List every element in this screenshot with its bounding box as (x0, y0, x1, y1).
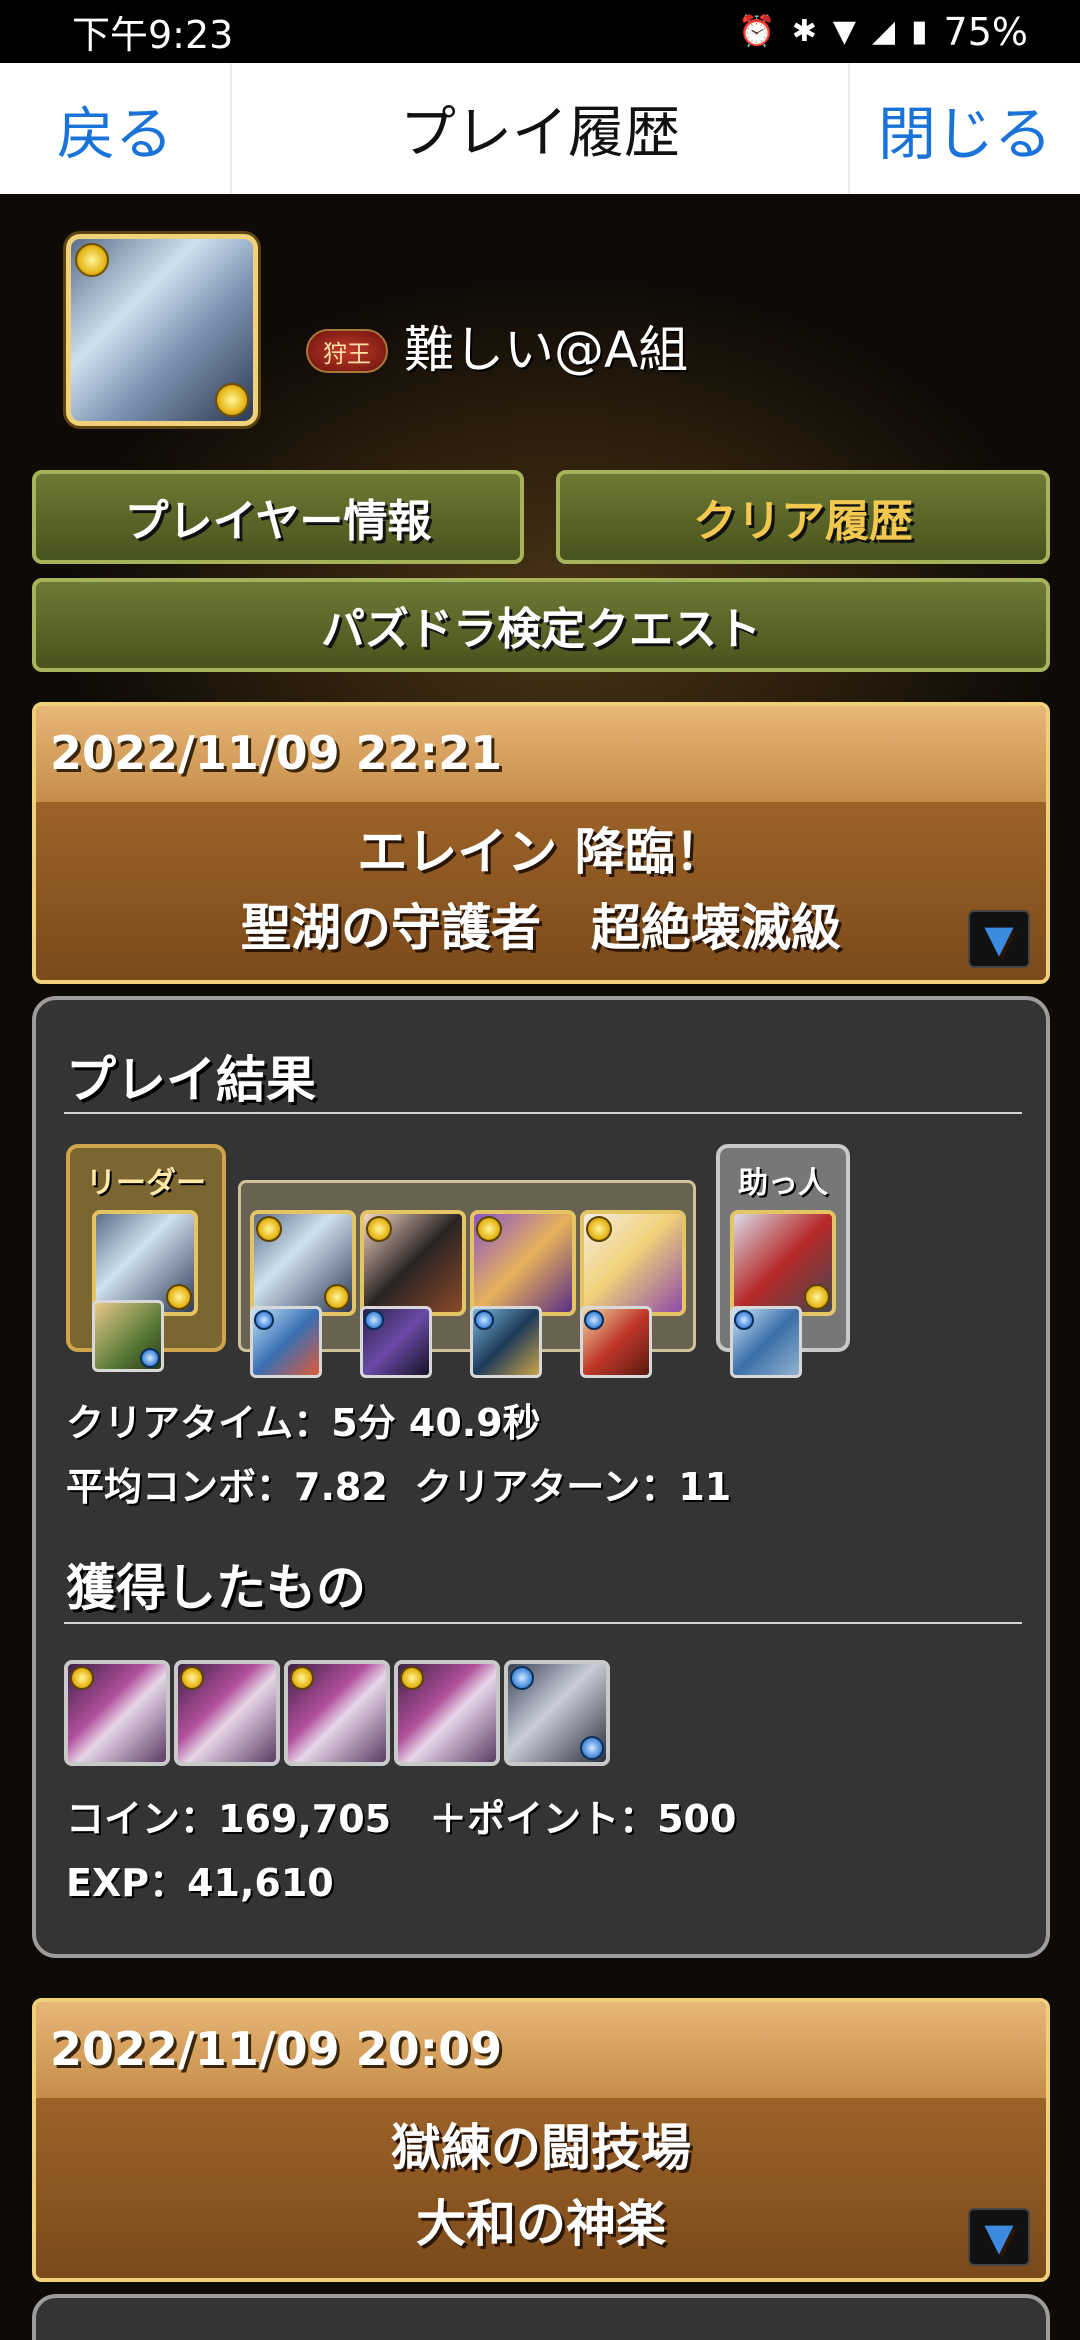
light-orb-icon (166, 1284, 192, 1310)
status-bar: 下午9:23 ⏰ ✱ ▼ ◢ ▮ 75% (0, 0, 1080, 63)
tab-exam-quest[interactable]: パズドラ検定クエスト (32, 578, 1050, 672)
triangle-down-icon: ▼ (984, 917, 1014, 961)
light-orb-icon (366, 1216, 392, 1242)
next-result-panel (32, 2294, 1050, 2340)
nav-bar: 戻る プレイ履歴 閉じる (0, 63, 1080, 194)
quest-datetime: 2022/11/09 20:09 (36, 2002, 1046, 2098)
team-monster[interactable] (580, 1210, 686, 1316)
divider (64, 1112, 1022, 1114)
clear-time: クリアタイム：5分 40.9秒 (66, 1401, 541, 1445)
reward-monster[interactable] (394, 1660, 500, 1766)
light-orb-icon (400, 1666, 424, 1690)
light-orb-icon (324, 1284, 350, 1310)
close-button[interactable]: 閉じる (848, 63, 1080, 194)
quest-title-area: 獄練の闘技場 大和の神楽 ▼ (36, 2098, 1046, 2278)
rank-badge: 狩王 (306, 329, 388, 373)
battery-percent: 75% (943, 9, 1028, 54)
rewards-title: 獲得したもの (66, 1559, 366, 1617)
light-orb-icon (804, 1284, 830, 1310)
status-time: 下午9:23 (72, 13, 234, 57)
light-orb-icon (586, 1216, 612, 1242)
light-orb-icon (215, 383, 249, 417)
play-history-content: 狩王 難しい@A組 プレイヤー情報 クリア履歴 パズドラ検定クエスト 2022/… (0, 194, 1080, 2340)
assist-monster[interactable] (580, 1306, 652, 1378)
reward-monster[interactable] (284, 1660, 390, 1766)
combo-and-turns: 平均コンボ：7.82 クリアターン：11 (66, 1465, 732, 1509)
expand-button[interactable]: ▼ (968, 2208, 1030, 2266)
play-result-title: プレイ結果 (66, 1051, 316, 1109)
light-orb-icon (584, 1310, 604, 1330)
quest-datetime: 2022/11/09 22:21 (36, 706, 1046, 802)
assist-monster[interactable] (250, 1306, 322, 1378)
quest-header[interactable]: 2022/11/09 20:09 獄練の闘技場 大和の神楽 ▼ (32, 1998, 1050, 2282)
water-orb-icon (474, 1310, 494, 1330)
light-orb-icon (476, 1216, 502, 1242)
triangle-down-icon: ▼ (984, 2215, 1014, 2259)
signal-icon: ◢ (871, 14, 896, 49)
leader-assist[interactable] (92, 1300, 164, 1372)
light-orb-icon (256, 1216, 282, 1242)
expand-button[interactable]: ▼ (968, 910, 1030, 968)
team-monster[interactable] (470, 1210, 576, 1316)
quest-header[interactable]: 2022/11/09 22:21 エレイン 降臨！ 聖湖の守護者 超絶壊滅級 ▼ (32, 702, 1050, 984)
floor-name: 大和の神楽 (416, 2195, 666, 2253)
team-monster[interactable] (360, 1210, 466, 1316)
battery-icon: ▮ (911, 14, 928, 49)
back-button[interactable]: 戻る (0, 63, 232, 194)
tab-clear-history[interactable]: クリア履歴 (556, 470, 1050, 564)
assist-monster[interactable] (360, 1306, 432, 1378)
light-orb-icon (70, 1666, 94, 1690)
play-result-panel: プレイ結果 リーダー 助っ人 クリアタイム：5分 40.9秒 平均コンボ：7.8… (32, 996, 1050, 1958)
dark-orb-icon (364, 1310, 384, 1330)
leader-label: リーダー (86, 1166, 206, 1201)
tab-player-info[interactable]: プレイヤー情報 (32, 470, 524, 564)
helper-monster[interactable] (730, 1210, 836, 1316)
light-orb-icon (75, 243, 109, 277)
quest-title-area: エレイン 降臨！ 聖湖の守護者 超絶壊滅級 ▼ (36, 802, 1046, 980)
light-orb-icon (180, 1666, 204, 1690)
floor-name: 聖湖の守護者 超絶壊滅級 (241, 899, 841, 957)
water-orb-icon (510, 1666, 534, 1690)
reward-monster[interactable] (504, 1660, 610, 1766)
water-orb-icon (140, 1348, 160, 1368)
page-title: プレイ履歴 (400, 101, 680, 166)
team-monster[interactable] (250, 1210, 356, 1316)
water-orb-icon (734, 1310, 754, 1330)
dungeon-name: 獄練の闘技場 (391, 2119, 691, 2177)
water-orb-icon (254, 1310, 274, 1330)
light-orb-icon (290, 1666, 314, 1690)
reward-monster[interactable] (174, 1660, 280, 1766)
dungeon-name: エレイン 降臨！ (357, 823, 725, 881)
divider (64, 1622, 1022, 1624)
player-avatar[interactable] (66, 234, 258, 426)
reward-monster[interactable] (64, 1660, 170, 1766)
assist-monster[interactable] (470, 1306, 542, 1378)
wifi-icon: ▼ (832, 14, 856, 49)
player-name: 難しい@A組 (404, 321, 689, 379)
water-orb-icon (580, 1736, 604, 1760)
bluetooth-icon: ✱ (791, 14, 817, 49)
alarm-icon: ⏰ (738, 14, 776, 49)
helper-assist[interactable] (730, 1306, 802, 1378)
exp-gained: EXP：41,610 (66, 1861, 334, 1905)
helper-label: 助っ人 (738, 1166, 828, 1201)
status-icons: ⏰ ✱ ▼ ◢ ▮ 75% (738, 10, 1028, 54)
coin-and-points: コイン：169,705 ＋ポイント：500 (66, 1797, 737, 1841)
